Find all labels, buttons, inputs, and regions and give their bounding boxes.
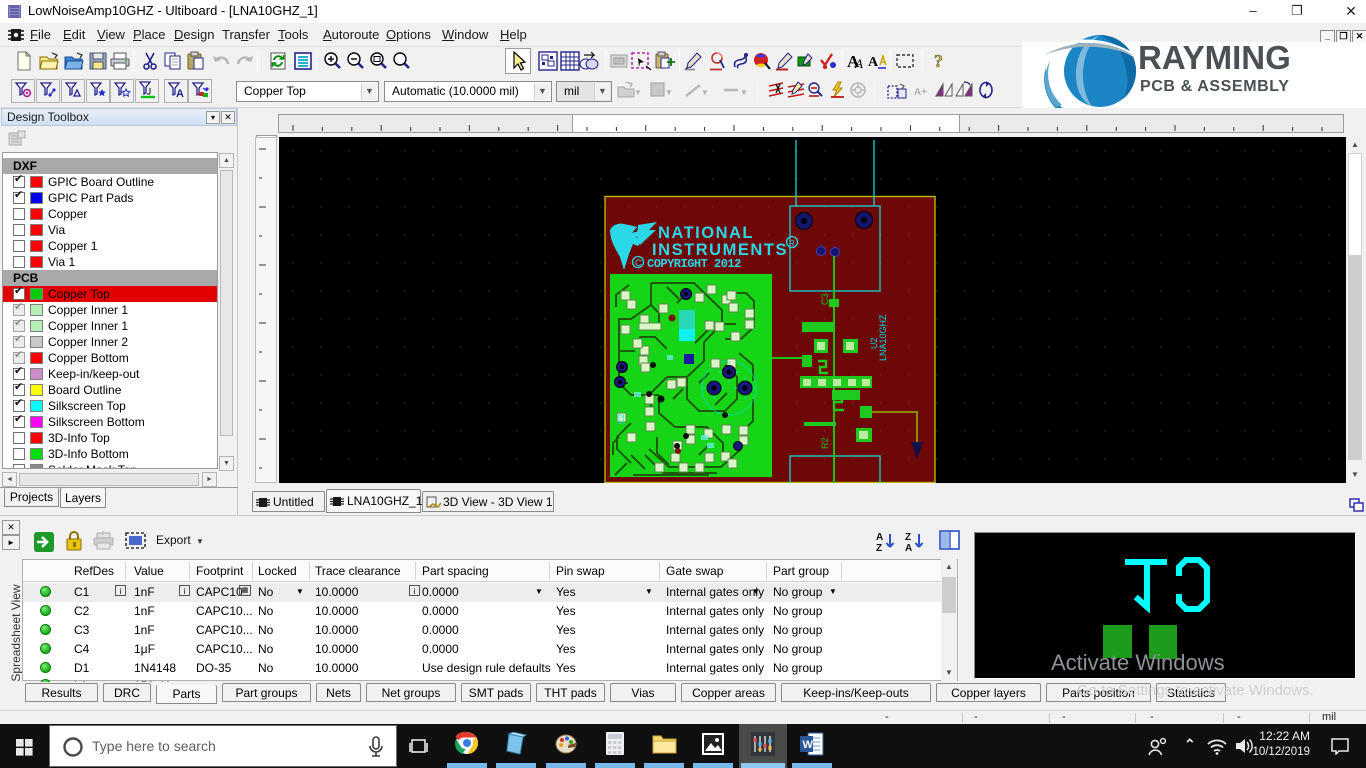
svg-text:LNA10GHZ: LNA10GHZ — [878, 314, 888, 361]
svg-text:?: ? — [934, 51, 943, 71]
svg-text:C: C — [635, 258, 642, 268]
svg-text:C3: C3 — [820, 293, 830, 305]
svg-text:W: W — [803, 739, 814, 751]
svg-text:Z: Z — [876, 543, 882, 552]
svg-text:A: A — [905, 543, 912, 552]
svg-text:A: A — [854, 56, 863, 71]
svg-text:A: A — [868, 55, 879, 70]
svg-text:C2: C2 — [617, 413, 626, 424]
svg-text:Z: Z — [905, 532, 911, 543]
svg-text:A: A — [176, 88, 184, 100]
svg-text:A: A — [876, 532, 883, 543]
svg-text:R2: R2 — [820, 437, 830, 449]
svg-text:COPYRIGHT 2012: COPYRIGHT 2012 — [647, 257, 741, 271]
svg-text:NATIONAL: NATIONAL — [658, 224, 752, 242]
